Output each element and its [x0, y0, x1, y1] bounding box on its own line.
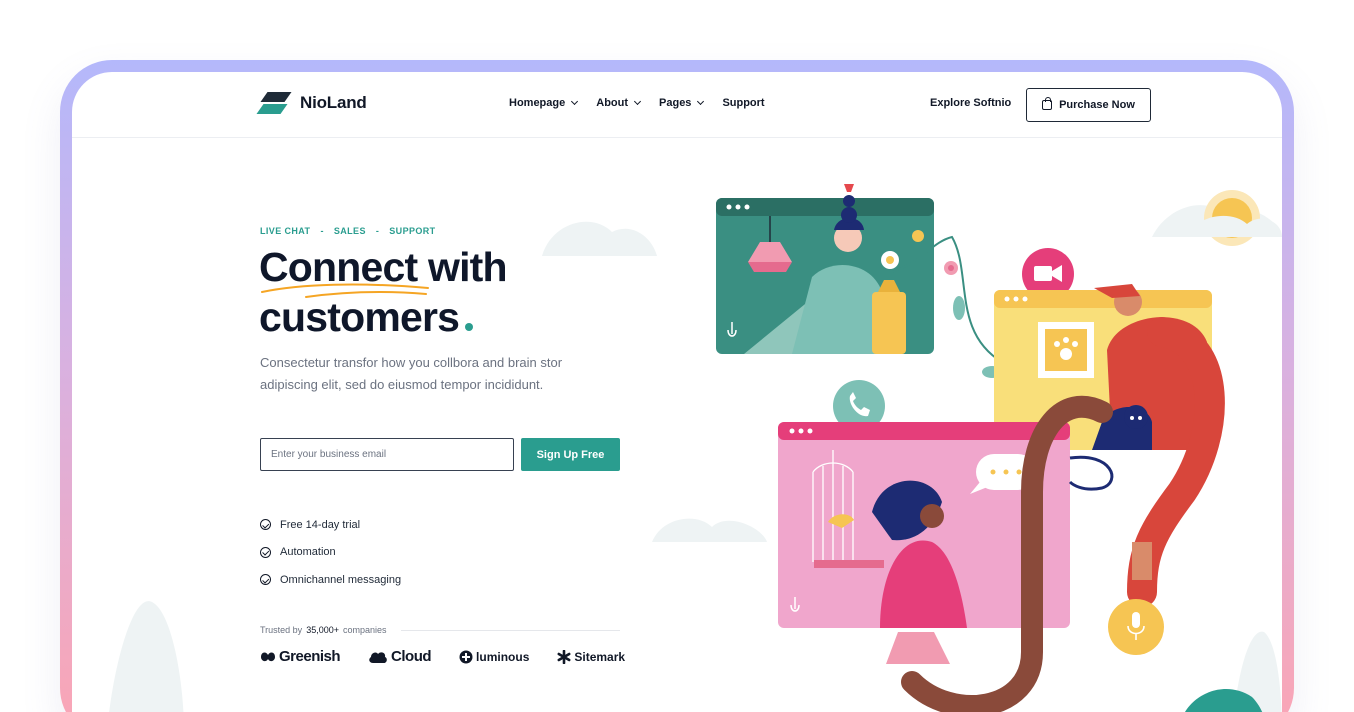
feature-label: Omnichannel messaging [280, 573, 402, 586]
title-dot [465, 323, 474, 331]
business-email-input[interactable] [260, 438, 514, 471]
brand-luminous: luminous [459, 650, 529, 664]
hero-title-line2: customers [259, 294, 460, 340]
brand-logo[interactable]: NioLand [256, 92, 367, 114]
sign-up-free-button[interactable]: Sign Up Free [521, 438, 620, 471]
trusted-suffix: companies [342, 625, 387, 635]
menu-item-pages[interactable]: Pages [659, 97, 705, 109]
skirt-shape [886, 632, 950, 664]
trusted-by-text: Trusted by 35,000+ companies [260, 625, 620, 635]
check-circle-icon [260, 546, 271, 558]
eyebrow-item: SUPPORT [389, 226, 436, 236]
brand-cloud: Cloud [368, 648, 432, 665]
microphone-bubble [1108, 599, 1164, 655]
trusted-count: 35,000+ [306, 625, 339, 635]
menu-item-label: Pages [659, 97, 692, 109]
asterisk-icon [557, 649, 571, 664]
brand-name: luminous [476, 649, 530, 664]
brand-name: Cloud [391, 648, 432, 665]
chevron-down-icon [697, 97, 705, 106]
handle-shape [1068, 455, 1114, 491]
menu-item-homepage[interactable]: Homepage [509, 97, 579, 109]
hero-eyebrow: LIVE CHAT - SALES - SUPPORT [260, 226, 436, 236]
top-navbar: NioLand Homepage About Pages Support Exp… [72, 72, 1282, 138]
chevron-down-icon [571, 97, 579, 106]
feature-item: Omnichannel messaging [260, 566, 401, 594]
chevron-down-icon [633, 97, 642, 106]
hero-title-underline [261, 283, 429, 298]
explore-softnio-link[interactable]: Explore Softnio [930, 97, 1011, 109]
logo-mark-icon [256, 92, 292, 114]
feature-label: Free 14-day trial [280, 518, 361, 531]
feature-list: Free 14-day trial Automation Omnichannel… [260, 511, 401, 594]
eyebrow-separator: - [320, 226, 324, 236]
eyebrow-separator: - [375, 226, 380, 236]
purchase-label: Purchase Now [1059, 99, 1135, 111]
leaf-icon [261, 652, 275, 661]
cloud-icon [369, 651, 387, 663]
divider [400, 629, 620, 631]
hero-illustration [109, 184, 1282, 712]
check-circle-icon [260, 574, 271, 586]
brand-name: Greenish [279, 648, 341, 665]
feature-item: Free 14-day trial [260, 511, 401, 539]
shopping-bag-icon [1042, 97, 1053, 110]
video-camera-icon [1034, 265, 1062, 282]
trusted-prefix: Trusted by [260, 625, 303, 635]
menu-item-label: About [596, 97, 629, 109]
brand-name: NioLand [300, 93, 367, 112]
hand-shape [1132, 542, 1152, 580]
eyebrow-item: LIVE CHAT [260, 226, 311, 236]
brand-logos: Greenish Cloud luminous Sitemark [260, 648, 625, 665]
brand-name: Sitemark [574, 649, 626, 664]
main-menu: Homepage About Pages Support [509, 97, 765, 109]
check-circle-icon [260, 519, 271, 531]
hero-description: Consectetur transfor how you collbora an… [260, 355, 563, 392]
menu-item-label: Support [722, 97, 765, 109]
purchase-now-button[interactable]: Purchase Now [1026, 88, 1151, 122]
brand-sitemark: Sitemark [557, 649, 626, 664]
menu-item-support[interactable]: Support [722, 97, 764, 109]
browser-screen: NioLand Homepage About Pages Support Exp… [72, 72, 1282, 712]
feature-label: Automation [280, 546, 336, 559]
brand-greenish: Greenish [260, 648, 341, 665]
menu-item-about[interactable]: About [596, 97, 642, 109]
luminous-icon [459, 650, 473, 663]
feature-item: Automation [260, 539, 401, 567]
menu-item-label: Homepage [509, 97, 566, 109]
eyebrow-item: SALES [333, 226, 366, 236]
